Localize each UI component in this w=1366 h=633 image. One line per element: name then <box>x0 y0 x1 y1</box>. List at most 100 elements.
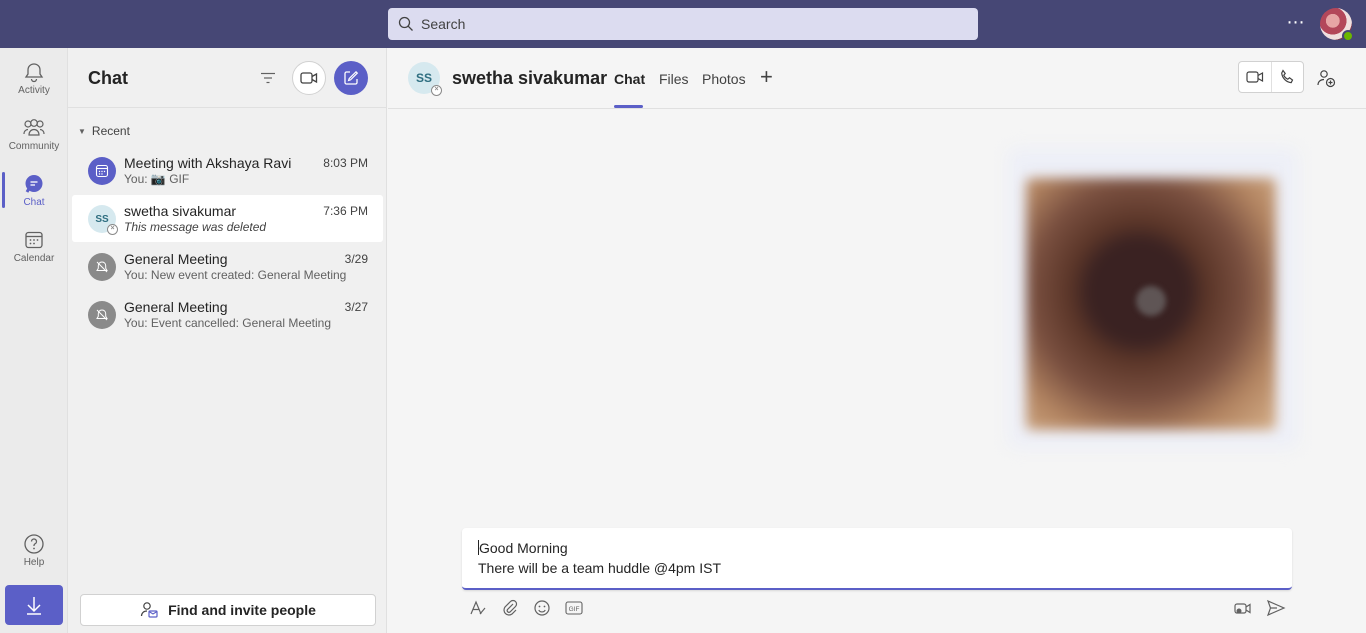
search-icon <box>398 16 413 31</box>
chat-list-item[interactable]: Meeting with Akshaya Ravi 8:03 PM You: 📷… <box>72 147 383 194</box>
chat-name: Meeting with Akshaya Ravi <box>124 155 292 171</box>
search-input[interactable]: Search <box>388 8 978 40</box>
chat-list-item[interactable]: General Meeting 3/27 You: Event cancelle… <box>72 291 383 338</box>
rail-item-activity[interactable]: Activity <box>0 50 68 106</box>
meet-now-button[interactable] <box>292 61 326 95</box>
bell-icon <box>24 62 44 82</box>
rail-label: Activity <box>18 84 50 96</box>
search-placeholder: Search <box>421 16 466 32</box>
send-button[interactable] <box>1266 598 1286 618</box>
person-add-icon <box>140 602 158 618</box>
meeting-avatar <box>88 157 116 185</box>
help-icon <box>24 533 44 554</box>
tab-photos[interactable]: Photos <box>702 71 746 87</box>
chat-name: swetha sivakumar <box>124 203 237 219</box>
bell-off-icon <box>96 261 108 273</box>
chat-list-panel: Chat ▼ Recent Meeting with Akshaya Ravi … <box>68 48 387 633</box>
chat-list-item-selected[interactable]: SS × swetha sivakumar 7:36 PM This messa… <box>72 195 383 242</box>
find-and-invite-button[interactable]: Find and invite people <box>80 594 376 626</box>
conversation-title: swetha sivakumar <box>452 68 608 88</box>
chat-list-title: Chat <box>88 68 128 88</box>
rail-label: Community <box>8 140 60 152</box>
send-icon <box>1266 599 1286 617</box>
active-tab-indicator <box>614 105 643 108</box>
tab-files[interactable]: Files <box>659 71 689 87</box>
rail-item-community[interactable]: Community <box>0 106 68 162</box>
loop-component-button[interactable] <box>1234 598 1254 618</box>
caret-down-icon: ▼ <box>78 126 86 136</box>
calendar-icon <box>95 164 109 178</box>
format-text-icon <box>470 600 486 615</box>
conversation-header: SS × swetha sivakumar Chat Files Photos … <box>388 48 1366 109</box>
emoji-button[interactable] <box>532 598 552 618</box>
emoji-icon <box>534 600 550 616</box>
add-tab-button[interactable]: + <box>760 66 773 88</box>
find-label: Find and invite people <box>168 602 316 618</box>
recent-label: Recent <box>91 124 130 138</box>
calendar-icon <box>25 231 43 248</box>
chat-time: 7:36 PM <box>323 204 368 218</box>
play-icon[interactable] <box>1136 286 1166 316</box>
tab-chat[interactable]: Chat <box>614 71 645 87</box>
add-people-button[interactable] <box>1316 68 1336 88</box>
compose-line: Good Morning <box>478 538 1276 558</box>
rail-item-help[interactable]: Help <box>0 522 68 578</box>
avatar: SS × <box>88 205 118 235</box>
rail-label: Calendar <box>13 252 55 264</box>
chat-name: General Meeting <box>124 251 228 267</box>
chat-list-header: Chat <box>68 48 387 108</box>
video-call-button[interactable] <box>1239 62 1271 92</box>
compose-icon <box>344 70 359 85</box>
offline-status-icon: × <box>431 85 442 96</box>
chat-icon <box>25 174 43 193</box>
meeting-avatar <box>88 253 116 281</box>
gif-button[interactable]: GIF <box>564 598 584 618</box>
more-options-button[interactable]: ⋯ <box>1284 12 1308 36</box>
video-camera-icon <box>1246 71 1264 83</box>
format-button[interactable] <box>468 598 488 618</box>
chat-preview: You: 📷 GIF <box>124 172 190 186</box>
audio-call-button[interactable] <box>1270 62 1303 92</box>
app-rail: Activity Community Chat Calendar Help <box>0 48 68 633</box>
avatar[interactable]: SS × <box>408 62 442 96</box>
chat-preview: You: Event cancelled: General Meeting <box>124 316 332 330</box>
chat-list-item[interactable]: General Meeting 3/29 You: New event crea… <box>72 243 383 290</box>
new-chat-button[interactable] <box>334 61 368 95</box>
presence-available-icon <box>1342 30 1354 42</box>
bell-off-icon <box>96 309 108 321</box>
download-button[interactable] <box>5 585 63 625</box>
filter-icon <box>261 72 275 84</box>
loop-video-icon <box>1234 603 1251 614</box>
phone-icon <box>1281 69 1294 84</box>
conversation-pane: SS × swetha sivakumar Chat Files Photos … <box>388 48 1366 633</box>
rail-label: Chat <box>23 196 45 208</box>
rail-item-calendar[interactable]: Calendar <box>0 218 68 274</box>
meeting-avatar <box>88 301 116 329</box>
rail-item-chat[interactable]: Chat <box>0 162 68 218</box>
chat-preview: You: New event created: General Meeting <box>124 268 347 282</box>
download-icon <box>27 597 41 615</box>
avatar-initials: SS <box>95 213 109 225</box>
community-icon <box>23 118 45 136</box>
profile-avatar[interactable] <box>1320 8 1354 42</box>
compose-toolbar: GIF <box>468 598 584 618</box>
chat-time: 8:03 PM <box>323 156 368 170</box>
compose-line-1: Good Morning <box>479 540 568 556</box>
compose-line-2: There will be a team huddle @4pm IST <box>478 560 721 576</box>
recent-section-header[interactable]: ▼ Recent <box>78 124 130 138</box>
compose-box[interactable]: Good Morning There will be a team huddle… <box>462 528 1292 590</box>
attach-button[interactable] <box>500 598 520 618</box>
filter-button[interactable] <box>257 67 279 89</box>
paperclip-icon <box>503 599 518 616</box>
chat-name: General Meeting <box>124 299 228 315</box>
top-bar: Search ⋯ <box>0 0 1366 48</box>
svg-text:GIF: GIF <box>569 606 580 613</box>
chat-time: 3/29 <box>344 252 368 266</box>
call-button-group <box>1238 61 1304 93</box>
gif-icon: GIF <box>565 601 583 615</box>
chat-time: 3/27 <box>344 300 368 314</box>
chat-preview: This message was deleted <box>124 220 267 234</box>
offline-status-icon: × <box>107 224 118 235</box>
people-add-icon <box>1317 70 1336 88</box>
rail-label: Help <box>23 556 45 568</box>
